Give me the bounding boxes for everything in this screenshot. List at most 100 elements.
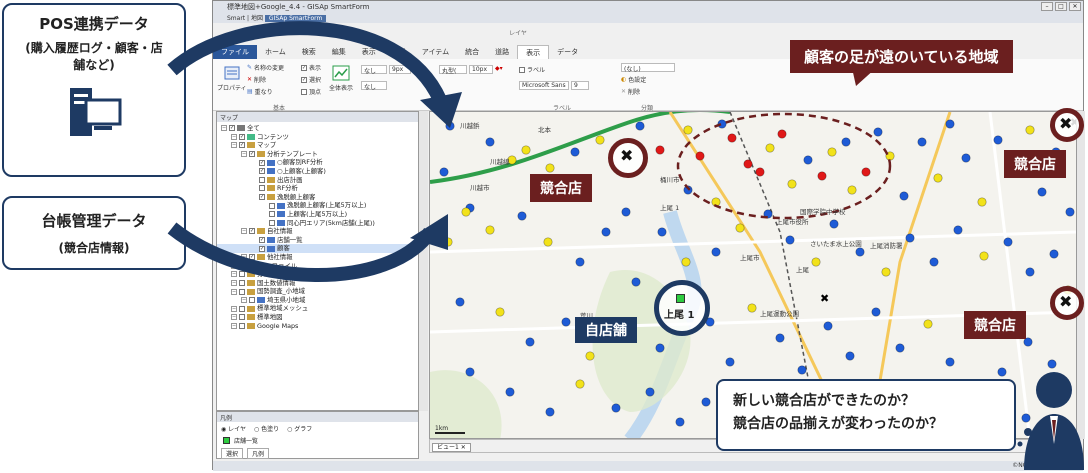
layer-visibility-checkbox[interactable] [239, 314, 245, 321]
font-combo-2[interactable]: なし [361, 81, 387, 91]
customer-marker[interactable] [495, 307, 505, 317]
customer-marker[interactable] [895, 343, 905, 353]
select-checkbox[interactable]: ✓ 選択 [301, 75, 321, 84]
customer-marker[interactable] [923, 319, 933, 329]
layer-tree-item[interactable]: − 国勢調査_小地域 [217, 287, 418, 296]
layer-tree-item[interactable]: − 国土数値情報 [217, 279, 418, 288]
ribbon-tab-6[interactable]: アイテム [414, 45, 457, 59]
customer-marker[interactable] [465, 367, 475, 377]
customer-marker[interactable] [485, 137, 495, 147]
customer-marker[interactable] [1003, 237, 1013, 247]
minimize-button[interactable]: – [1041, 2, 1053, 11]
font-num-combo[interactable]: 9 [571, 81, 589, 90]
customer-marker[interactable] [997, 367, 1007, 377]
customer-marker[interactable] [570, 147, 580, 157]
customer-marker[interactable] [575, 257, 585, 267]
customer-marker[interactable] [521, 145, 531, 155]
customer-marker[interactable] [595, 135, 605, 145]
layer-tree-item[interactable]: − 埼玉県小地域 [217, 296, 418, 305]
customer-marker[interactable] [977, 197, 987, 207]
layer-tree-item[interactable]: 出店計画 [217, 176, 418, 185]
layer-visibility-checkbox[interactable]: ✓ [229, 125, 235, 132]
layer-visibility-checkbox[interactable] [239, 288, 245, 295]
customer-marker[interactable] [929, 257, 939, 267]
expand-toggle-icon[interactable]: − [231, 314, 237, 321]
layer-visibility-checkbox[interactable]: ✓ [259, 159, 265, 166]
customer-marker[interactable] [681, 257, 691, 267]
customer-marker[interactable] [945, 119, 955, 129]
customer-marker[interactable] [1025, 267, 1035, 277]
rename-button[interactable]: ✎ 名称の変更 [247, 63, 284, 72]
customer-marker[interactable] [811, 257, 821, 267]
customer-marker[interactable] [439, 167, 449, 177]
customer-marker[interactable] [861, 167, 871, 177]
customer-marker[interactable] [711, 247, 721, 257]
customer-marker[interactable] [873, 127, 883, 137]
layer-visibility-checkbox[interactable] [269, 219, 275, 226]
layer-tree-item[interactable]: − FSD ファイル [217, 262, 418, 271]
customer-marker[interactable] [655, 343, 665, 353]
color-settings-button[interactable]: ◐ 色設定 [621, 75, 646, 84]
show-checkbox[interactable]: ✓ 表示 [301, 63, 321, 72]
customer-marker[interactable] [847, 185, 857, 195]
expand-toggle-icon[interactable]: − [231, 305, 237, 312]
customer-marker[interactable] [443, 237, 453, 247]
view-tab[interactable]: ビュー1 ✕ [432, 443, 471, 452]
customer-marker[interactable] [525, 337, 535, 347]
classify-combo[interactable]: (なし) [621, 63, 675, 73]
layer-tree-item[interactable]: ✓ ○上顧客(上顧客) [217, 167, 418, 176]
expand-toggle-icon[interactable]: − [231, 288, 237, 295]
competitor-marker-icon[interactable]: ✖ [820, 292, 829, 305]
ribbon-tab-2[interactable]: 検索 [294, 45, 324, 59]
customer-marker[interactable] [445, 121, 455, 131]
ribbon-tab-8[interactable]: 道路 [487, 45, 517, 59]
expand-toggle-icon[interactable]: − [231, 262, 237, 269]
customer-marker[interactable] [645, 387, 655, 397]
layer-tree-item[interactable]: − ✓ 他社情報 [217, 253, 418, 262]
layer-visibility-checkbox[interactable] [239, 271, 245, 278]
customer-marker[interactable] [683, 125, 693, 135]
customer-marker[interactable] [817, 171, 827, 181]
vertex-checkbox[interactable]: 頂点 [301, 87, 321, 96]
ribbon-tab-1[interactable]: ホーム [257, 45, 294, 59]
customer-marker[interactable] [785, 235, 795, 245]
expand-toggle-icon[interactable]: − [231, 279, 237, 286]
customer-marker[interactable] [1049, 249, 1059, 259]
customer-marker[interactable] [455, 297, 465, 307]
legend-radio-0[interactable]: ◉ レイヤ [221, 424, 246, 433]
layer-tree-item[interactable]: − 標準地域メッシュ [217, 304, 418, 313]
layer-tree-item[interactable]: − Google Maps [217, 322, 418, 331]
customer-marker[interactable] [899, 191, 909, 201]
layer-tree-item[interactable]: ✓ ○顧客別RF分析 [217, 158, 418, 167]
customer-marker[interactable] [743, 159, 753, 169]
customer-marker[interactable] [827, 147, 837, 157]
layer-visibility-checkbox[interactable]: ✓ [259, 168, 265, 175]
layer-visibility-checkbox[interactable] [239, 279, 245, 286]
layer-visibility-checkbox[interactable] [259, 185, 265, 192]
customer-marker[interactable] [747, 303, 757, 313]
properties-button[interactable]: プロパティ [217, 65, 247, 92]
customer-marker[interactable] [505, 387, 515, 397]
legend-radio-1[interactable]: ○ 色塗り [254, 424, 279, 433]
layer-tree-item[interactable]: RF分析 [217, 184, 418, 193]
fill-color-icon[interactable]: ◆▾ [495, 65, 503, 72]
layer-tree-item[interactable]: 同心円エリア(5km店舗(上尾)) [217, 219, 418, 228]
layer-tree-item[interactable]: − ✓ 全て [217, 124, 418, 133]
expand-toggle-icon[interactable]: − [231, 322, 237, 329]
font-name-combo[interactable]: Microsoft Sans [519, 81, 569, 90]
customer-marker[interactable] [797, 365, 807, 375]
customer-marker[interactable] [517, 211, 527, 221]
ribbon-tab-7[interactable]: 統合 [457, 45, 487, 59]
customer-marker[interactable] [727, 133, 737, 143]
full-display-button[interactable]: 全体表示 [329, 65, 353, 92]
expand-toggle-icon[interactable]: − [241, 228, 247, 235]
customer-marker[interactable] [755, 167, 765, 177]
layer-visibility-checkbox[interactable]: ✓ [259, 194, 265, 201]
customer-marker[interactable] [545, 163, 555, 173]
customer-marker[interactable] [871, 307, 881, 317]
expand-toggle-icon[interactable]: − [241, 254, 247, 261]
font-combo[interactable]: なし [361, 65, 387, 75]
customer-marker[interactable] [993, 135, 1003, 145]
expand-toggle-icon[interactable]: − [221, 125, 227, 132]
layer-tree-item[interactable]: − ✓ マップ [217, 141, 418, 150]
